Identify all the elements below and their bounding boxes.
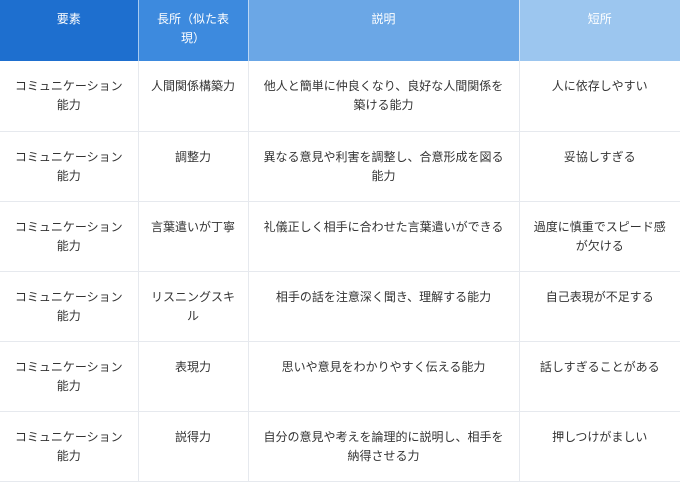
table-row: コミュニケーション能力 表現力 思いや意見をわかりやすく伝える能力 話しすぎるこ… bbox=[0, 341, 680, 412]
cell-strength: 調整力 bbox=[138, 131, 249, 202]
table-header: 要素 長所（似た表現） 説明 短所 bbox=[0, 0, 680, 61]
cell-element: コミュニケーション能力 bbox=[0, 61, 139, 132]
cell-strength: 説得力 bbox=[138, 411, 249, 482]
cell-strength: リスニングスキル bbox=[138, 271, 249, 342]
table-row: コミュニケーション能力 言葉遣いが丁寧 礼儀正しく相手に合わせた言葉遣いができる… bbox=[0, 201, 680, 272]
cell-weakness: 妥協しすぎる bbox=[519, 131, 680, 202]
table-body: コミュニケーション能力 人間関係構築力 他人と簡単に仲良くなり、良好な人間関係を… bbox=[0, 61, 680, 482]
header-row: 要素 長所（似た表現） 説明 短所 bbox=[0, 0, 680, 61]
cell-element: コミュニケーション能力 bbox=[0, 201, 139, 272]
table-row: コミュニケーション能力 調整力 異なる意見や利害を調整し、合意形成を図る能力 妥… bbox=[0, 131, 680, 202]
cell-weakness: 自己表現が不足する bbox=[519, 271, 680, 342]
cell-weakness: 話しすぎることがある bbox=[519, 341, 680, 412]
cell-strength: 言葉遣いが丁寧 bbox=[138, 201, 249, 272]
table-row: コミュニケーション能力 リスニングスキル 相手の話を注意深く聞き、理解する能力 … bbox=[0, 271, 680, 342]
cell-weakness: 過度に慎重でスピード感が欠ける bbox=[519, 201, 680, 272]
cell-description: 礼儀正しく相手に合わせた言葉遣いができる bbox=[248, 201, 520, 272]
cell-strength: 人間関係構築力 bbox=[138, 61, 249, 132]
cell-element: コミュニケーション能力 bbox=[0, 131, 139, 202]
cell-description: 異なる意見や利害を調整し、合意形成を図る能力 bbox=[248, 131, 520, 202]
cell-element: コミュニケーション能力 bbox=[0, 341, 139, 412]
header-strength: 長所（似た表現） bbox=[138, 0, 249, 61]
cell-description: 相手の話を注意深く聞き、理解する能力 bbox=[248, 271, 520, 342]
cell-element: コミュニケーション能力 bbox=[0, 411, 139, 482]
strengths-weaknesses-table: 要素 長所（似た表現） 説明 短所 コミュニケーション能力 人間関係構築力 他人… bbox=[0, 0, 680, 482]
table-row: コミュニケーション能力 人間関係構築力 他人と簡単に仲良くなり、良好な人間関係を… bbox=[0, 61, 680, 132]
header-weakness: 短所 bbox=[519, 0, 680, 61]
header-element: 要素 bbox=[0, 0, 139, 61]
header-description: 説明 bbox=[248, 0, 520, 61]
table-row: コミュニケーション能力 説得力 自分の意見や考えを論理的に説明し、相手を納得させ… bbox=[0, 411, 680, 482]
cell-description: 自分の意見や考えを論理的に説明し、相手を納得させる力 bbox=[248, 411, 520, 482]
cell-strength: 表現力 bbox=[138, 341, 249, 412]
cell-weakness: 押しつけがましい bbox=[519, 411, 680, 482]
cell-description: 思いや意見をわかりやすく伝える能力 bbox=[248, 341, 520, 412]
cell-description: 他人と簡単に仲良くなり、良好な人間関係を築ける能力 bbox=[248, 61, 520, 132]
cell-element: コミュニケーション能力 bbox=[0, 271, 139, 342]
cell-weakness: 人に依存しやすい bbox=[519, 61, 680, 132]
